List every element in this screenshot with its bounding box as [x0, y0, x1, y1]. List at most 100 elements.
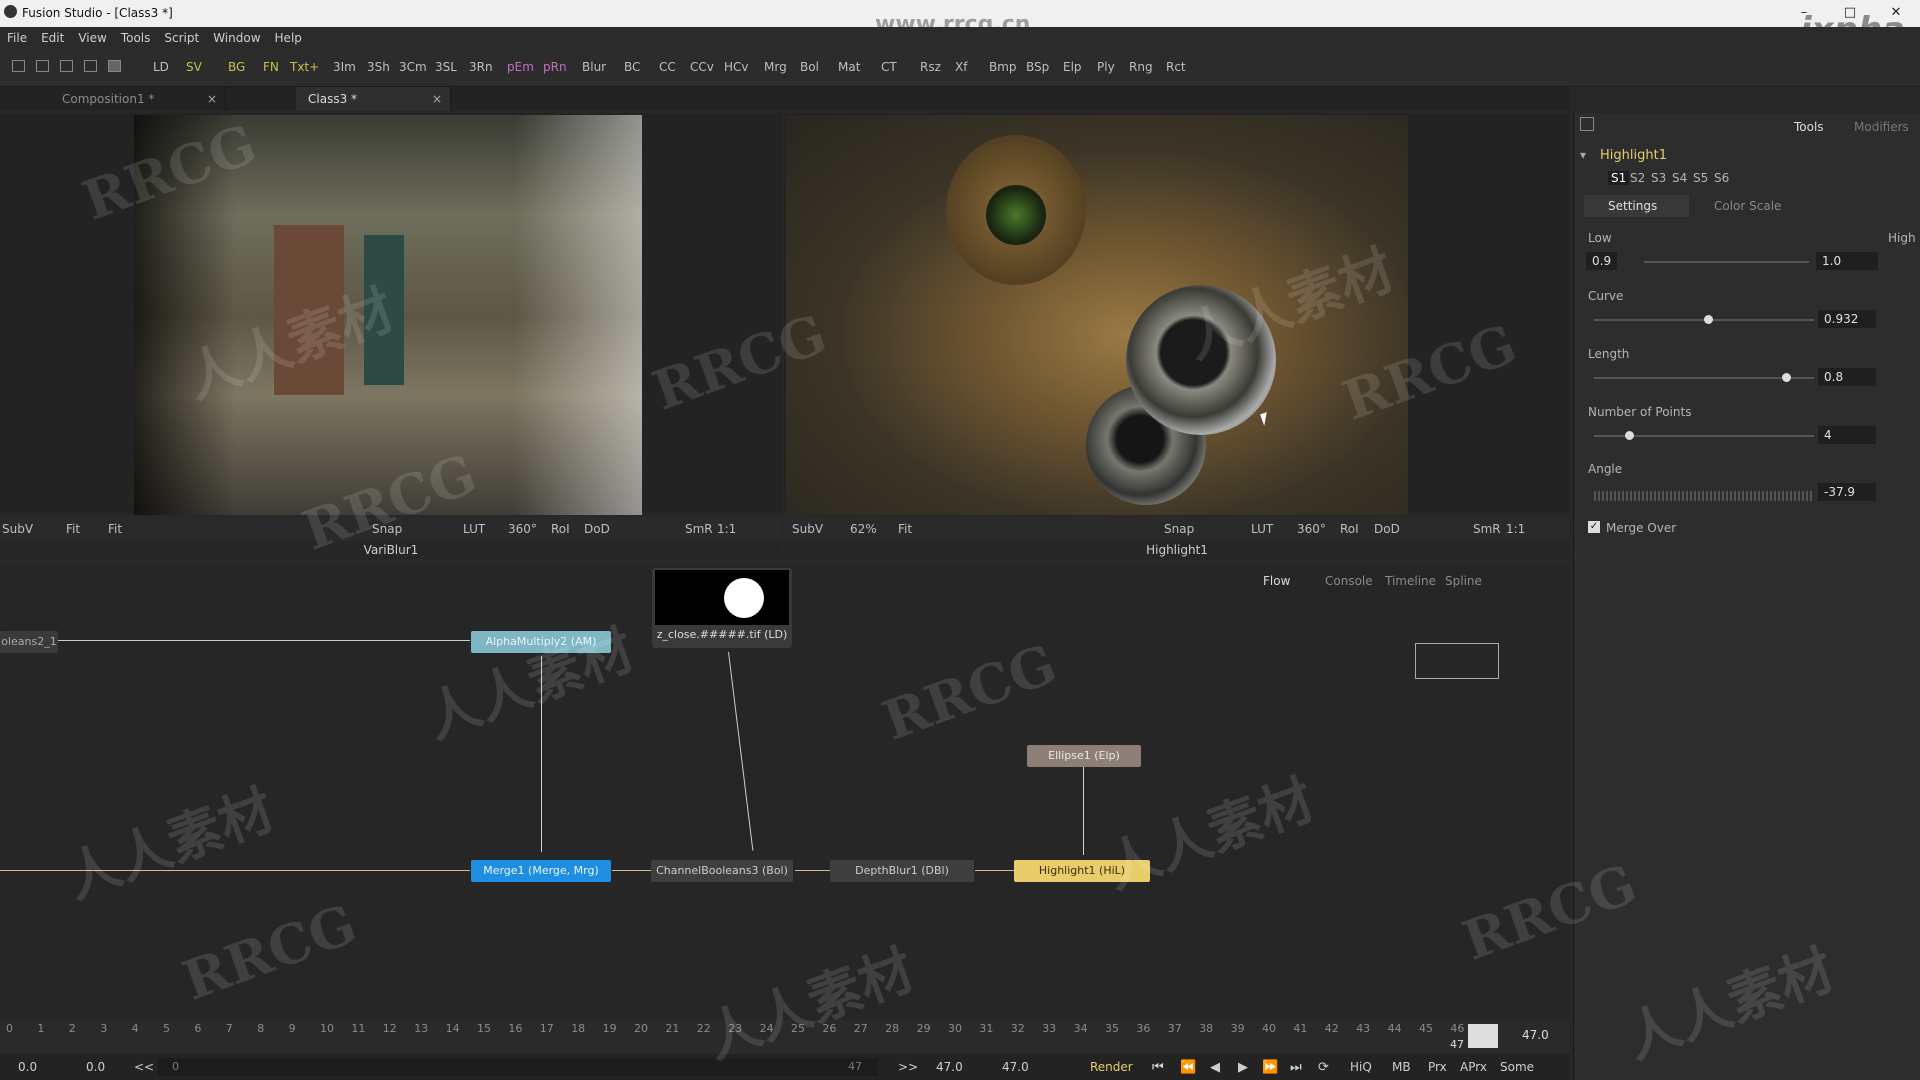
snap-button[interactable]: Snap	[1164, 522, 1194, 536]
layout-quad-icon[interactable]	[84, 60, 97, 72]
fit-button[interactable]: Fit	[898, 522, 912, 536]
dod-button[interactable]: DoD	[584, 522, 610, 536]
roi-button[interactable]: RoI	[551, 522, 570, 536]
subv-button[interactable]: SubV	[2, 522, 33, 536]
tool-xf[interactable]: Xf	[955, 60, 967, 74]
prx-button[interactable]: Prx	[1428, 1060, 1447, 1074]
tab-tools[interactable]: Tools	[1794, 120, 1824, 134]
tool-mat[interactable]: Mat	[838, 60, 860, 74]
tab-settings[interactable]: Settings	[1584, 195, 1689, 217]
tool-bmp[interactable]: Bmp	[989, 60, 1017, 74]
low-high-slider[interactable]	[1644, 261, 1809, 263]
hiq-button[interactable]: HiQ	[1350, 1060, 1372, 1074]
fit-button[interactable]: Fit	[66, 522, 80, 536]
scroll-back-button[interactable]: <<	[134, 1060, 154, 1074]
tool-3rn[interactable]: 3Rn	[469, 60, 493, 74]
mb-button[interactable]: MB	[1392, 1060, 1411, 1074]
step-forward-icon[interactable]: ⏩	[1262, 1060, 1278, 1075]
slot-s6[interactable]: S6	[1714, 171, 1729, 185]
length-value[interactable]: 0.8	[1818, 368, 1876, 386]
global-start[interactable]: 0.0	[18, 1060, 37, 1074]
current-time-value[interactable]: 47.0	[1522, 1028, 1549, 1042]
tool-mrg[interactable]: Mrg	[764, 60, 787, 74]
expand-chevron-icon[interactable]: ▾	[1580, 148, 1586, 162]
time-slider[interactable]: 0 47	[158, 1058, 878, 1076]
tool-pem[interactable]: pEm	[507, 60, 534, 74]
menu-edit[interactable]: Edit	[34, 28, 71, 45]
tab-composition1[interactable]: Composition1 * ×	[50, 87, 226, 111]
scroll-forward-button[interactable]: >>	[898, 1060, 918, 1074]
angle-thumbwheel[interactable]	[1594, 491, 1814, 501]
slot-s4[interactable]: S4	[1672, 171, 1687, 185]
node-merge1[interactable]: Merge1 (Merge, Mrg)	[471, 860, 611, 882]
tool-bol[interactable]: Bol	[800, 60, 819, 74]
go-to-end-icon[interactable]: ⏭	[1290, 1060, 1302, 1075]
tool-3sl[interactable]: 3SL	[435, 60, 457, 74]
collapse-icon[interactable]	[1580, 117, 1594, 131]
flow-navigator[interactable]	[1415, 643, 1499, 679]
360-button[interactable]: 360°	[1297, 522, 1326, 536]
merge-over-checkbox[interactable]: ✓	[1588, 521, 1600, 533]
slot-s2[interactable]: S2	[1630, 171, 1645, 185]
points-value[interactable]: 4	[1818, 426, 1876, 444]
menu-window[interactable]: Window	[206, 28, 267, 45]
zoom-level[interactable]: 62%	[850, 522, 877, 536]
tool-txt[interactable]: Txt+	[290, 60, 319, 74]
node-channelbooleans2[interactable]: oleans2_1	[0, 631, 58, 653]
node-ellipse1[interactable]: Ellipse1 (Elp)	[1027, 745, 1141, 767]
render-button[interactable]: Render	[1090, 1060, 1133, 1074]
low-value[interactable]: 0.9	[1586, 252, 1618, 270]
tab-console[interactable]: Console	[1325, 574, 1373, 588]
subv-button[interactable]: SubV	[792, 522, 823, 536]
tool-ccv[interactable]: CCv	[690, 60, 714, 74]
render-end[interactable]: 47.0	[936, 1060, 963, 1074]
node-loader-thumbnail[interactable]: z_close.#####.tif (LD)	[652, 568, 792, 648]
layout-horizontal-icon[interactable]	[60, 60, 73, 72]
slot-s1[interactable]: S1	[1608, 171, 1630, 185]
play-icon[interactable]: ▶	[1238, 1060, 1248, 1075]
menu-help[interactable]: Help	[268, 28, 309, 45]
tab-class3[interactable]: Class3 * ×	[296, 87, 451, 111]
save-layout-icon[interactable]	[108, 60, 121, 72]
tool-rng[interactable]: Rng	[1129, 60, 1153, 74]
tool-blur[interactable]: Blur	[582, 60, 606, 74]
tool-fn[interactable]: FN	[263, 60, 279, 74]
tool-ct[interactable]: CT	[881, 60, 897, 74]
tool-bsp[interactable]: BSp	[1026, 60, 1049, 74]
playhead[interactable]	[1468, 1024, 1498, 1048]
tab-spline[interactable]: Spline	[1445, 574, 1482, 588]
tool-ply[interactable]: Ply	[1097, 60, 1115, 74]
node-depthblur1[interactable]: DepthBlur1 (DBl)	[830, 860, 974, 882]
menu-file[interactable]: File	[0, 28, 34, 45]
go-to-start-icon[interactable]: ⏮	[1152, 1060, 1164, 1075]
menu-tools[interactable]: Tools	[114, 28, 158, 45]
tool-3im[interactable]: 3Im	[333, 60, 356, 74]
angle-value[interactable]: -37.9	[1818, 483, 1876, 501]
layout-single-icon[interactable]	[12, 60, 25, 72]
tool-3sh[interactable]: 3Sh	[367, 60, 390, 74]
360-button[interactable]: 360°	[508, 522, 537, 536]
render-start[interactable]: 0.0	[86, 1060, 105, 1074]
lut-button[interactable]: LUT	[463, 522, 485, 536]
length-slider-knob[interactable]	[1782, 373, 1791, 382]
tool-elp[interactable]: Elp	[1063, 60, 1082, 74]
one-to-one-button[interactable]: 1:1	[717, 522, 736, 536]
tool-rsz[interactable]: Rsz	[920, 60, 941, 74]
node-channelbooleans3[interactable]: ChannelBooleans3 (Bol)	[651, 860, 793, 882]
menu-view[interactable]: View	[71, 28, 113, 45]
roi-button[interactable]: RoI	[1340, 522, 1359, 536]
smr-button[interactable]: SmR	[685, 522, 713, 536]
slot-s5[interactable]: S5	[1693, 171, 1708, 185]
points-slider-knob[interactable]	[1625, 431, 1634, 440]
high-value[interactable]: 1.0	[1816, 252, 1878, 270]
tab-modifiers[interactable]: Modifiers	[1854, 120, 1909, 134]
fit-button-2[interactable]: Fit	[108, 522, 122, 536]
global-end[interactable]: 47.0	[1002, 1060, 1029, 1074]
dod-button[interactable]: DoD	[1374, 522, 1400, 536]
close-tab-icon[interactable]: ×	[432, 87, 442, 111]
tab-color-scale[interactable]: Color Scale	[1714, 199, 1781, 213]
step-back-icon[interactable]: ⏪	[1180, 1060, 1196, 1075]
tab-flow[interactable]: Flow	[1263, 574, 1290, 588]
length-slider[interactable]	[1594, 377, 1814, 379]
tool-ld[interactable]: LD	[153, 60, 169, 74]
